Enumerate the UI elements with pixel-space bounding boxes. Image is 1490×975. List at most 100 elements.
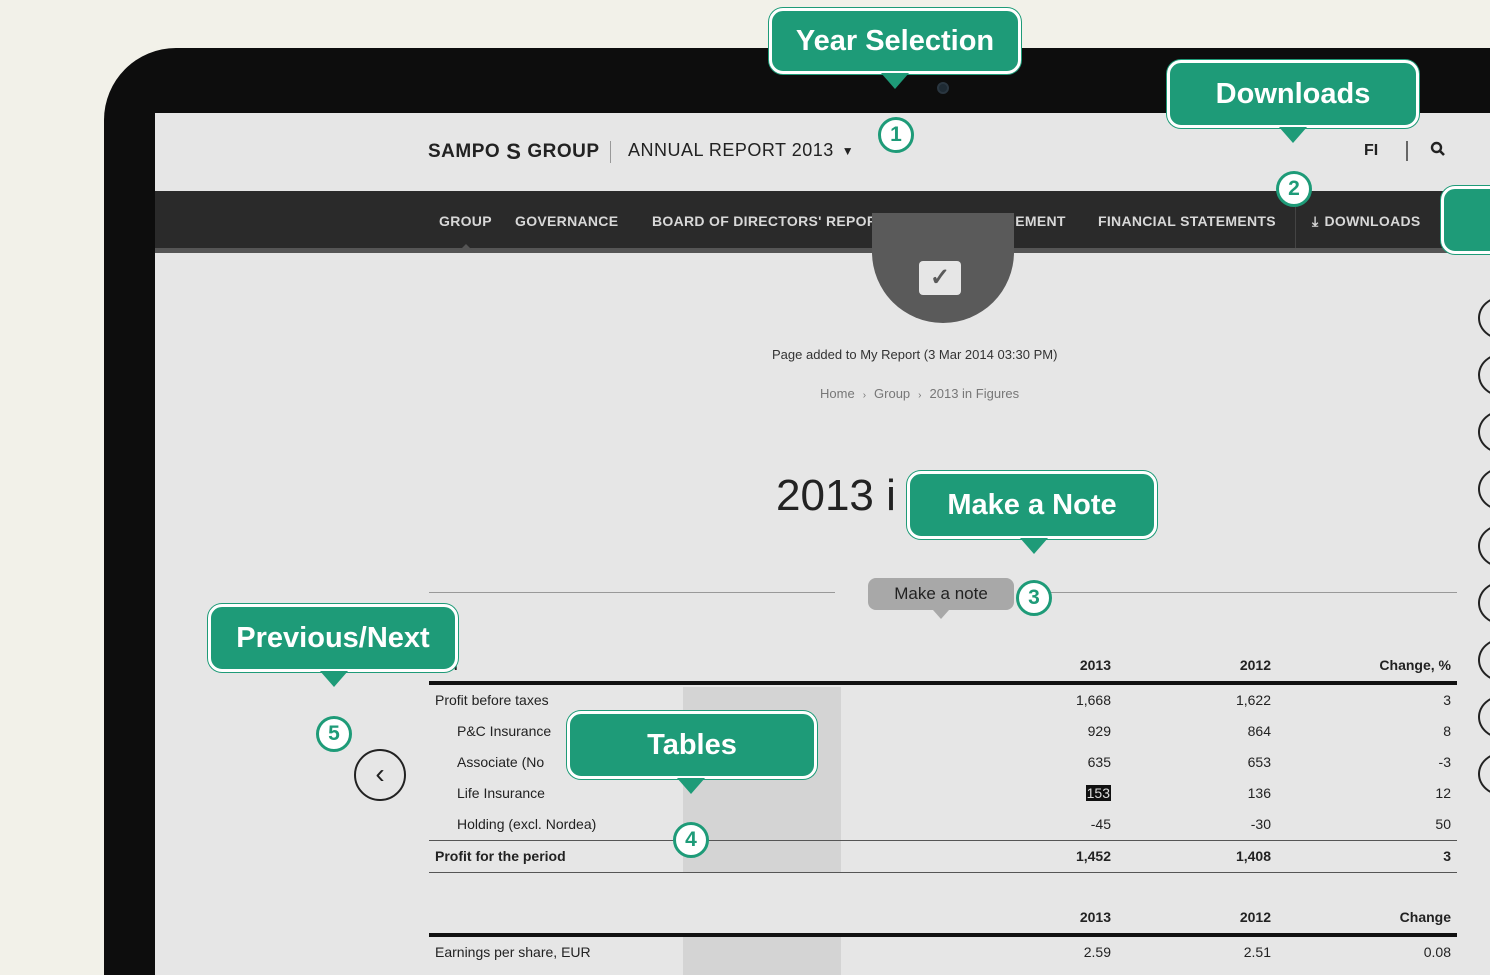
make-note-pointer <box>933 610 949 619</box>
marker-1: 1 <box>878 117 914 153</box>
year-selector[interactable]: ANNUAL REPORT 2013 ▼ <box>628 140 854 161</box>
cell-2012: 864 <box>1247 723 1271 739</box>
breadcrumb-group[interactable]: Group <box>874 386 910 401</box>
marker-5: 5 <box>316 716 352 752</box>
callout-pointer <box>881 73 909 89</box>
side-nav-circle[interactable] <box>1478 410 1490 454</box>
table-rule <box>429 872 1457 873</box>
cell-2012: 1,408 <box>1235 848 1271 864</box>
table-header-row: Rm 2013 2012 Change, % <box>429 650 1457 681</box>
callout-make-a-note: Make a Note <box>907 471 1157 539</box>
table-row: Life Insurance 153 136 12 <box>429 778 1457 809</box>
page-title: 2013 i <box>776 471 896 520</box>
row-label: Associate (No <box>457 754 545 770</box>
marker-4: 4 <box>673 822 709 858</box>
callout-partial <box>1441 186 1490 254</box>
cell-2012: -30 <box>1250 816 1271 832</box>
table-header-2012: 2012 <box>1239 909 1271 925</box>
breadcrumb-separator: › <box>918 390 922 401</box>
breadcrumb-home[interactable]: Home <box>820 386 855 401</box>
breadcrumb: Home › Group › 2013 in Figures <box>820 386 1019 401</box>
row-label: Profit for the period <box>435 848 566 864</box>
side-nav-circle[interactable] <box>1478 638 1490 682</box>
cell-change: 8 <box>1443 723 1451 739</box>
callout-pointer <box>677 778 705 794</box>
cell-2013: 1,452 <box>1075 848 1111 864</box>
callout-downloads: Downloads <box>1167 60 1419 128</box>
browser-screen: SAMPO S GROUP ANNUAL REPORT 2013 ▼ FI GR… <box>155 113 1490 975</box>
marker-2: 2 <box>1276 171 1312 207</box>
side-nav-circle[interactable] <box>1478 752 1490 796</box>
downloads-label: DOWNLOADS <box>1324 213 1421 229</box>
briefcase-check-icon: ✓ <box>919 261 961 295</box>
previous-page-button[interactable]: ‹ <box>354 749 406 801</box>
page-added-message: Page added to My Report (3 Mar 2014 03:3… <box>772 347 1058 362</box>
table-header-2013: 2013 <box>1079 909 1111 925</box>
webcam <box>937 82 949 94</box>
logo-text-right: GROUP <box>527 141 600 162</box>
cell-2012: 653 <box>1247 754 1271 770</box>
cell-change: 3 <box>1443 848 1451 864</box>
side-nav-circle[interactable] <box>1478 581 1490 625</box>
table-header-2012: 2012 <box>1239 657 1271 673</box>
report-title: ANNUAL REPORT 2013 <box>628 140 834 160</box>
table-header-row: 2013 2012 Change <box>429 902 1457 933</box>
side-nav-circle[interactable] <box>1478 524 1490 568</box>
cell-change: 0.08 <box>1423 944 1451 960</box>
callout-previous-next: Previous/Next <box>208 604 458 672</box>
eps-table: 2013 2012 Change Earnings per share, EUR… <box>429 902 1457 968</box>
sampo-group-logo[interactable]: SAMPO S GROUP <box>428 139 600 165</box>
cell-change: 12 <box>1435 785 1451 801</box>
row-label: P&C Insurance <box>457 723 552 739</box>
nav-item-group[interactable]: GROUP <box>439 213 492 229</box>
row-label: Life Insurance <box>457 785 545 801</box>
cell-change: 3 <box>1443 692 1451 708</box>
cell-2012: 1,622 <box>1235 692 1271 708</box>
cell-change: 50 <box>1435 816 1451 832</box>
chevron-left-icon: ‹ <box>375 758 385 789</box>
nav-item-financial-statements[interactable]: FINANCIAL STATEMENTS <box>1098 213 1276 229</box>
breadcrumb-current: 2013 in Figures <box>929 386 1020 401</box>
row-label: Profit before taxes <box>435 692 549 708</box>
cell-2013: 2.59 <box>1083 944 1111 960</box>
cell-2012: 136 <box>1247 785 1271 801</box>
cell-2013-selected[interactable]: 153 <box>1085 785 1111 801</box>
table-total-row: Profit for the period 1,452 1,408 3 <box>429 841 1457 872</box>
header-divider-right <box>1406 141 1408 161</box>
side-nav-circle[interactable] <box>1478 695 1490 739</box>
callout-pointer <box>320 671 348 687</box>
callout-pointer <box>1279 127 1307 143</box>
table-header-change: Change, % <box>1379 657 1451 673</box>
nav-item-board-report[interactable]: BOARD OF DIRECTORS' REPORT <box>652 213 886 229</box>
side-nav-circle[interactable] <box>1478 296 1490 340</box>
table-header-change: Change <box>1399 909 1451 925</box>
table-row: Holding (excl. Nordea) -45 -30 50 <box>429 809 1457 840</box>
divider-right <box>1035 592 1457 593</box>
nav-item-downloads[interactable]: ⤓ DOWNLOADS <box>1312 213 1421 230</box>
callout-year-selection: Year Selection <box>769 8 1021 74</box>
header-divider <box>610 141 611 163</box>
side-nav-circle[interactable] <box>1478 467 1490 511</box>
nav-item-governance[interactable]: GOVERNANCE <box>515 213 618 229</box>
cell-change: -3 <box>1438 754 1451 770</box>
chevron-down-icon: ▼ <box>841 143 855 158</box>
logo-text-left: SAMPO <box>428 141 501 162</box>
language-link-fi[interactable]: FI <box>1364 142 1378 160</box>
cell-2013: -45 <box>1090 816 1111 832</box>
cell-2012: 2.51 <box>1243 944 1271 960</box>
breadcrumb-separator: › <box>862 390 867 401</box>
cell-2013: 635 <box>1087 754 1111 770</box>
side-nav-circle[interactable] <box>1478 353 1490 397</box>
make-note-button[interactable]: Make a note <box>868 578 1014 610</box>
search-icon[interactable] <box>1430 141 1446 162</box>
cell-2013: 1,668 <box>1075 692 1111 708</box>
divider-left <box>429 592 835 593</box>
table-header-2013: 2013 <box>1079 657 1111 673</box>
callout-pointer <box>1020 538 1048 554</box>
logo-mark-icon: S <box>506 139 522 164</box>
table-row: Earnings per share, EUR 2.59 2.51 0.08 <box>429 937 1457 968</box>
download-icon: ⤓ <box>1312 213 1319 229</box>
active-nav-indicator <box>457 244 475 253</box>
row-label: Holding (excl. Nordea) <box>457 816 597 832</box>
row-label: Earnings per share, EUR <box>435 944 591 960</box>
